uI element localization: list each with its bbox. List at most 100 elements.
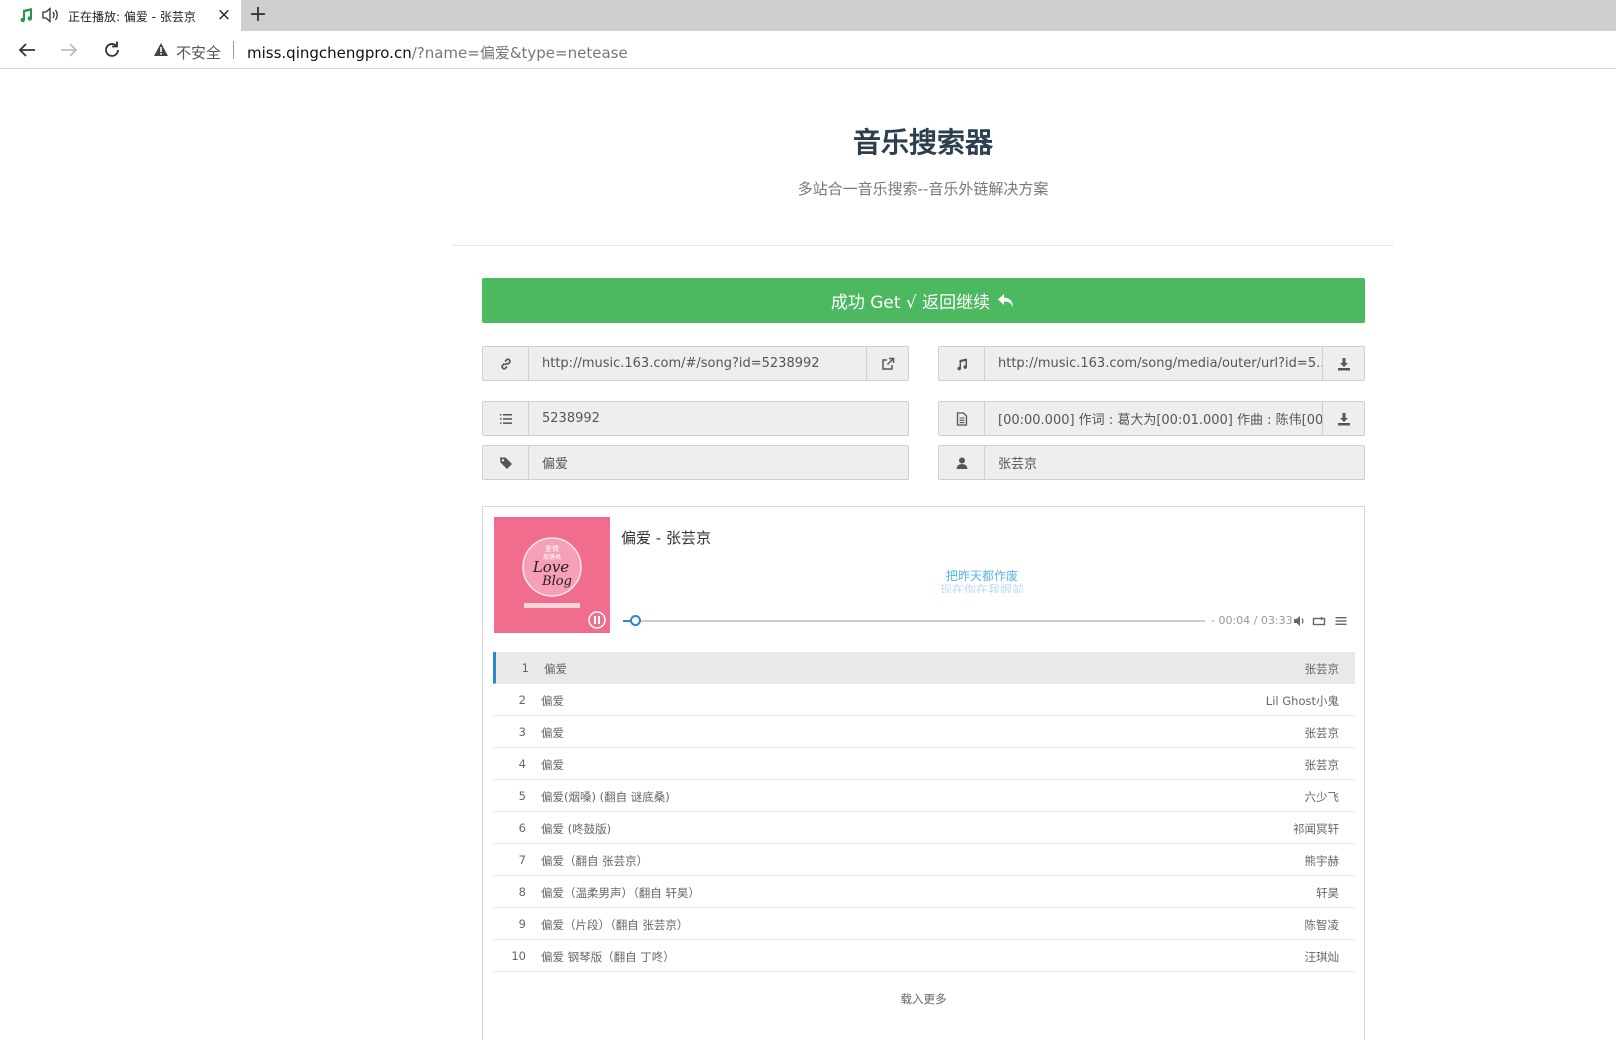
new-tab-button[interactable]: + <box>248 3 268 27</box>
playlist-num: 8 <box>518 885 526 899</box>
playlist-row[interactable]: 9 偏爱（片段）（翻自 张芸京） 陈智凌 <box>493 908 1355 940</box>
url-text[interactable]: miss.qingchengpro.cn/?name=偏爱&type=netea… <box>247 42 628 63</box>
address-bar: 不安全 miss.qingchengpro.cn/?name=偏爱&type=n… <box>0 31 1616 69</box>
media-url-value[interactable]: http://music.163.com/song/media/outer/ur… <box>985 347 1322 380</box>
open-link-button[interactable] <box>866 347 908 380</box>
playlist-artist: 陈智凌 <box>1304 918 1340 932</box>
artist-value[interactable]: 张芸京 <box>985 446 1364 479</box>
svg-text:Blog: Blog <box>541 574 572 589</box>
lyrics-field[interactable]: [00:00.000] 作词 : 葛大为[00:01.000] 作曲 : 陈伟[… <box>938 401 1365 436</box>
playlist-name: 偏爱 <box>541 758 564 772</box>
close-tab-button[interactable]: × <box>216 6 232 24</box>
playlist-num: 3 <box>518 725 526 739</box>
playlist-row[interactable]: 3 偏爱 张芸京 <box>493 716 1355 748</box>
user-addon <box>939 446 985 479</box>
playlist-name: 偏爱 钢琴版（翻自 丁咚） <box>541 950 675 964</box>
playlist-num: 6 <box>518 821 526 835</box>
playlist-name: 偏爱(烟嗓) (翻自 谜底桑) <box>541 790 670 804</box>
playlist-row[interactable]: 1 偏爱 张芸京 <box>493 652 1355 684</box>
speaker-icon[interactable] <box>42 7 60 23</box>
playlist-name: 偏爱 <box>544 662 567 676</box>
security-label[interactable]: 不安全 <box>176 42 221 63</box>
menu-icon[interactable] <box>1334 614 1348 628</box>
success-button-label: 成功 Get √ 返回继续 <box>830 293 991 313</box>
album-cover[interactable]: 爱情 部落格 Love Blog <box>494 517 610 633</box>
song-id-field[interactable]: 5238992 <box>482 401 909 436</box>
omnibox-divider <box>233 41 234 59</box>
pause-icon[interactable] <box>589 612 605 628</box>
lyric-next-line: 现在你在我眼前 <box>939 583 1024 593</box>
download-icon <box>1337 357 1350 370</box>
url-path: /?name=偏爱&type=netease <box>411 44 628 62</box>
page-subtitle: 多站合一音乐搜索--音乐外链解决方案 <box>797 180 1049 198</box>
page-title: 音乐搜索器 <box>852 126 993 159</box>
playlist-num: 1 <box>521 661 529 675</box>
external-link-icon <box>881 357 894 370</box>
url-host: miss.qingchengpro.cn <box>247 44 412 62</box>
playlist-num: 2 <box>518 693 526 707</box>
success-back-button[interactable]: 成功 Get √ 返回继续 <box>482 278 1365 323</box>
song-link-value[interactable]: http://music.163.com/#/song?id=5238992 <box>529 347 866 380</box>
playlist-num: 4 <box>518 757 526 771</box>
playlist-row[interactable]: 5 偏爱(烟嗓) (翻自 谜底桑) 六少飞 <box>493 780 1355 812</box>
playlist-row[interactable]: 2 偏爱 Lil Ghost小鬼 <box>493 684 1355 716</box>
link-icon <box>500 358 511 369</box>
music-icon <box>956 358 967 370</box>
playlist: 1 偏爱 张芸京 2 偏爱 Lil Ghost小鬼 3 偏爱 张芸京 4 偏爱 张芸京 5 偏爱(烟嗓) … <box>493 652 1355 972</box>
back-arrow-icon[interactable] <box>16 39 38 61</box>
download-icon <box>1337 412 1350 425</box>
svg-text:爱情: 爱情 <box>545 544 559 553</box>
playlist-num: 5 <box>518 789 526 803</box>
music-note-icon <box>20 8 32 23</box>
user-icon <box>956 457 967 469</box>
song-id-value[interactable]: 5238992 <box>529 402 908 435</box>
reload-icon[interactable] <box>101 39 123 61</box>
volume-icon[interactable] <box>1293 614 1307 628</box>
playlist-num: 9 <box>518 917 526 931</box>
playlist-row[interactable]: 8 偏爱（温柔男声）（翻自 轩昊） 轩昊 <box>493 876 1355 908</box>
playlist-num: 10 <box>511 949 526 963</box>
loop-icon[interactable] <box>1312 614 1326 628</box>
playlist-artist: 张芸京 <box>1304 662 1340 676</box>
link-addon <box>483 347 529 380</box>
header-divider <box>453 245 1394 246</box>
playlist-row[interactable]: 6 偏爱 (咚鼓版) 祁闻冥轩 <box>493 812 1355 844</box>
playlist-artist: 轩昊 <box>1316 886 1339 900</box>
load-more-button[interactable]: 载入更多 <box>483 991 1364 1007</box>
playlist-num: 7 <box>518 853 526 867</box>
playlist-name: 偏爱 <box>541 726 564 740</box>
omnibox[interactable]: 不安全 miss.qingchengpro.cn/?name=偏爱&type=n… <box>140 33 1616 67</box>
list-addon <box>483 402 529 435</box>
song-name-value[interactable]: 偏爱 <box>529 446 908 479</box>
browser-tab[interactable]: 正在播放: 偏爱 - 张芸京 × <box>0 0 241 31</box>
tab-title: 正在播放: 偏爱 - 张芸京 <box>68 10 196 24</box>
playlist-artist: 祁闻冥轩 <box>1293 822 1339 836</box>
song-name-field[interactable]: 偏爱 <box>482 445 909 480</box>
browser-tab-bar: 正在播放: 偏爱 - 张芸京 × + <box>0 0 1616 31</box>
warning-icon[interactable] <box>153 42 169 57</box>
playlist-artist: 张芸京 <box>1304 726 1340 740</box>
list-ol-icon <box>499 413 512 424</box>
playlist-artist: Lil Ghost小鬼 <box>1265 694 1339 708</box>
media-url-field[interactable]: http://music.163.com/song/media/outer/ur… <box>938 346 1365 381</box>
download-lyrics-button[interactable] <box>1322 402 1364 435</box>
download-song-button[interactable] <box>1322 347 1364 380</box>
playlist-row[interactable]: 7 偏爱（翻自 张芸京） 熊宇赫 <box>493 844 1355 876</box>
playlist-artist: 六少飞 <box>1304 790 1340 804</box>
playlist-name: 偏爱（温柔男声）（翻自 轩昊） <box>541 886 700 900</box>
tag-icon <box>499 457 512 469</box>
playlist-name: 偏爱（片段）（翻自 张芸京） <box>541 918 689 932</box>
playlist-row[interactable]: 10 偏爱 钢琴版（翻自 丁咚） 汪琪灿 <box>493 940 1355 972</box>
now-playing-title: 偏爱 - 张芸京 <box>621 529 711 547</box>
playlist-name: 偏爱（翻自 张芸京） <box>541 854 649 868</box>
playlist-name: 偏爱 (咚鼓版) <box>541 822 612 836</box>
file-text-icon <box>956 411 967 426</box>
forward-arrow-icon[interactable] <box>58 39 80 61</box>
progress-handle[interactable] <box>629 615 641 626</box>
playlist-artist: 熊宇赫 <box>1304 854 1340 868</box>
song-link-field[interactable]: http://music.163.com/#/song?id=5238992 <box>482 346 909 381</box>
progress-bar[interactable] <box>623 615 1205 626</box>
artist-field[interactable]: 张芸京 <box>938 445 1365 480</box>
playlist-row[interactable]: 4 偏爱 张芸京 <box>493 748 1355 780</box>
lyrics-value[interactable]: [00:00.000] 作词 : 葛大为[00:01.000] 作曲 : 陈伟[… <box>985 402 1322 435</box>
